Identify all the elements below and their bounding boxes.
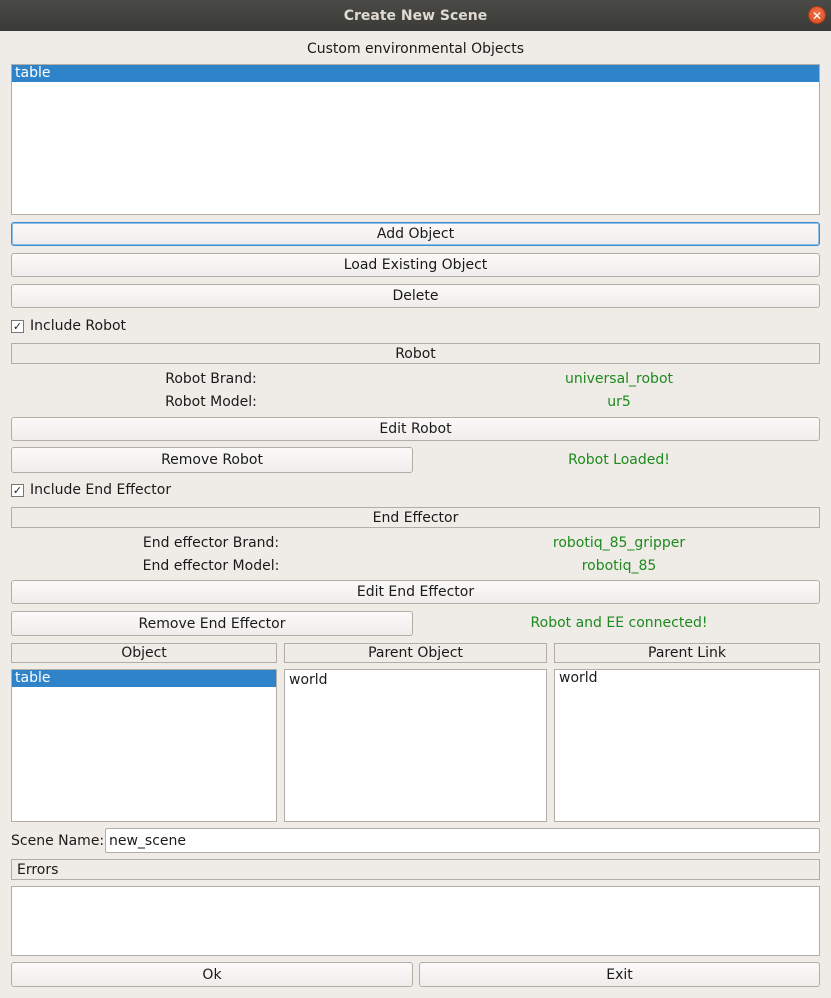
object-column-header: Object: [11, 643, 277, 663]
edit-end-effector-button[interactable]: Edit End Effector: [11, 580, 820, 604]
list-item[interactable]: world: [555, 670, 819, 687]
exit-button[interactable]: Exit: [419, 962, 820, 987]
robot-status-text: Robot Loaded!: [568, 452, 670, 468]
window-title: Create New Scene: [343, 7, 488, 24]
list-item[interactable]: table: [12, 65, 819, 82]
include-end-effector-checkbox[interactable]: ✓: [11, 483, 24, 497]
custom-objects-title: Custom environmental Objects: [306, 41, 525, 57]
robot-model-label: Robot Model:: [165, 394, 257, 410]
robot-brand-value: universal_robot: [564, 371, 673, 387]
remove-end-effector-button[interactable]: Remove End Effector: [11, 611, 413, 636]
errors-header: Errors: [11, 859, 820, 880]
ee-brand-value: robotiq_85_gripper: [552, 535, 686, 551]
scene-name-label: Scene Name:: [11, 833, 105, 849]
include-end-effector-checkbox-row[interactable]: ✓ Include End Effector: [11, 482, 171, 498]
parent-link-column-header: Parent Link: [554, 643, 820, 663]
ee-model-label: End effector Model:: [142, 558, 280, 574]
parent-object-list[interactable]: world: [284, 669, 547, 822]
list-item[interactable]: world: [285, 672, 546, 689]
include-robot-checkbox[interactable]: ✓: [11, 319, 24, 333]
checkmark-icon: ✓: [12, 319, 23, 333]
ok-button[interactable]: Ok: [11, 962, 413, 987]
edit-robot-button[interactable]: Edit Robot: [11, 417, 820, 441]
robot-brand-label: Robot Brand:: [165, 371, 257, 387]
parent-link-list[interactable]: world: [554, 669, 820, 822]
parent-object-column-header: Parent Object: [284, 643, 547, 663]
remove-robot-button[interactable]: Remove Robot: [11, 447, 413, 473]
list-item[interactable]: table: [12, 670, 276, 687]
ee-status-text: Robot and EE connected!: [530, 615, 708, 631]
load-existing-object-button[interactable]: Load Existing Object: [11, 253, 820, 277]
object-list[interactable]: table: [11, 669, 277, 822]
scene-name-input[interactable]: new_scene: [105, 828, 820, 853]
include-end-effector-label: Include End Effector: [30, 482, 172, 498]
include-robot-label: Include Robot: [30, 318, 127, 334]
add-object-button[interactable]: Add Object: [11, 222, 820, 246]
include-robot-checkbox-row[interactable]: ✓ Include Robot: [11, 318, 126, 334]
window-titlebar: Create New Scene ✕: [0, 0, 831, 31]
robot-section-header: Robot: [11, 343, 820, 364]
checkmark-icon: ✓: [12, 483, 23, 497]
end-effector-section-header: End Effector: [11, 507, 820, 528]
errors-text-area: [11, 886, 820, 956]
custom-objects-list[interactable]: table: [11, 64, 820, 215]
close-icon[interactable]: ✕: [808, 6, 826, 24]
ee-brand-label: End effector Brand:: [142, 535, 280, 551]
delete-button[interactable]: Delete: [11, 284, 820, 308]
robot-model-value: ur5: [607, 394, 631, 410]
ee-model-value: robotiq_85: [581, 558, 657, 574]
